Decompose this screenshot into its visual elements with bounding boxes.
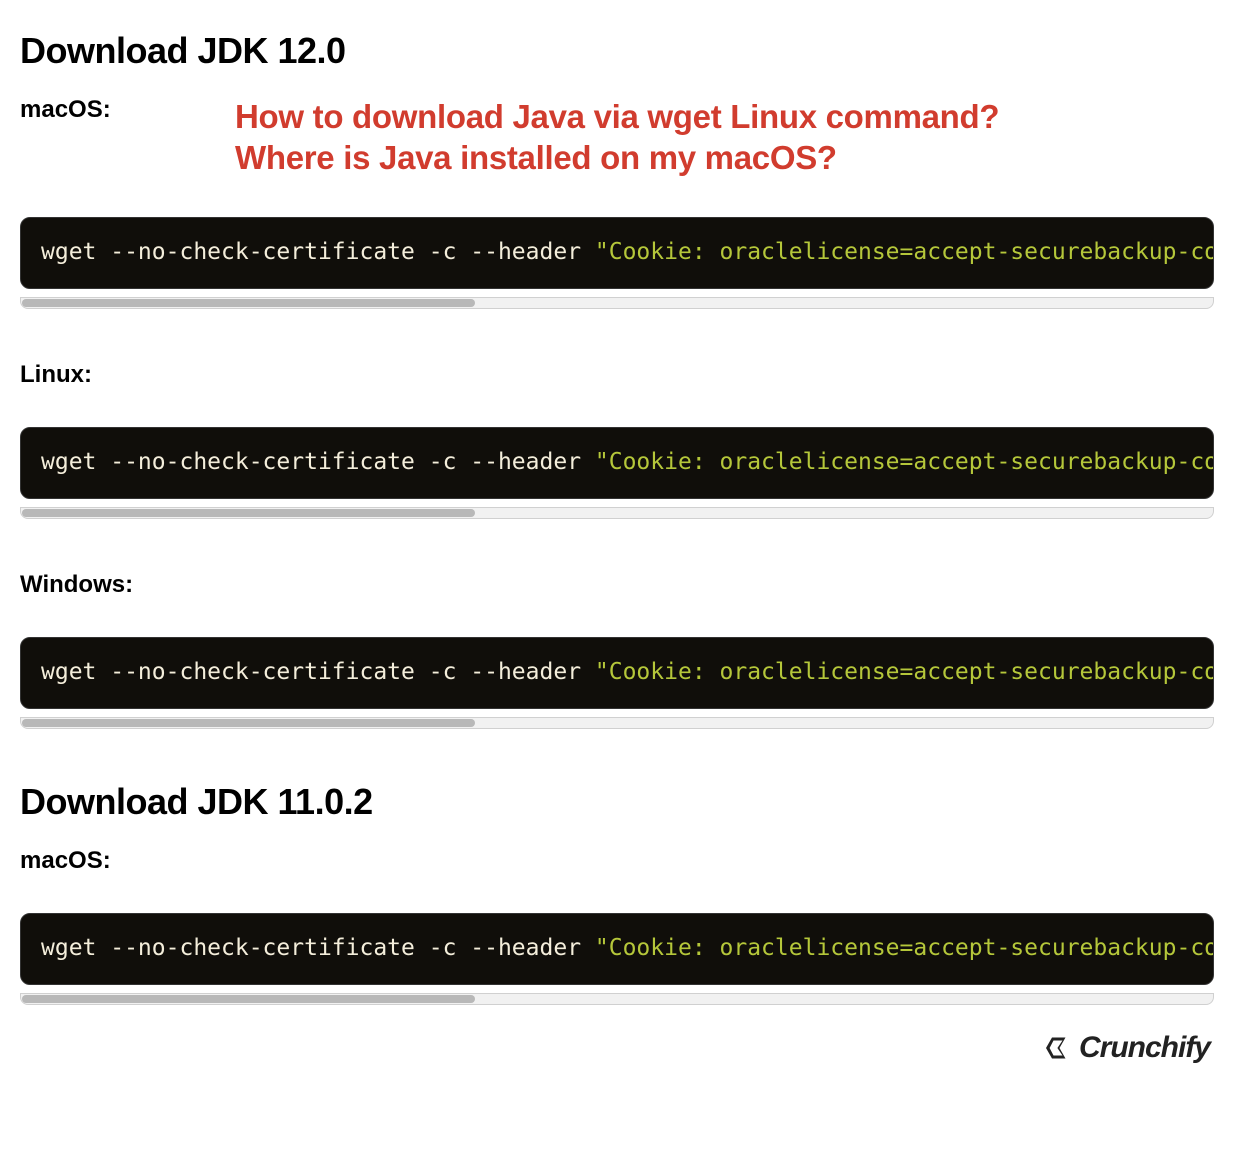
code-cmd: wget --no-check-certificate -c --header	[41, 935, 595, 961]
code-string: "Cookie: oraclelicense=accept-secureback…	[595, 449, 1214, 475]
section-heading-jdk11: Download JDK 11.0.2	[20, 781, 1214, 823]
os-row-linux-12: Linux:	[20, 361, 1214, 389]
code-cmd: wget --no-check-certificate -c --header	[41, 659, 595, 685]
os-label: macOS:	[20, 96, 175, 124]
scrollbar[interactable]	[20, 993, 1214, 1005]
code-block[interactable]: wget --no-check-certificate -c --header …	[20, 913, 1214, 985]
os-label: Windows:	[20, 571, 175, 599]
code-string: "Cookie: oraclelicense=accept-secureback…	[595, 239, 1214, 265]
scrollbar-thumb[interactable]	[22, 509, 475, 517]
os-row-windows-12: Windows:	[20, 571, 1214, 599]
code-string: "Cookie: oraclelicense=accept-secureback…	[595, 659, 1214, 685]
code-block[interactable]: wget --no-check-certificate -c --header …	[20, 637, 1214, 709]
section-heading-jdk12: Download JDK 12.0	[20, 30, 1214, 72]
scrollbar[interactable]	[20, 507, 1214, 519]
code-cmd: wget --no-check-certificate -c --header	[41, 239, 595, 265]
scrollbar-thumb[interactable]	[22, 719, 475, 727]
code-block[interactable]: wget --no-check-certificate -c --header …	[20, 427, 1214, 499]
scrollbar[interactable]	[20, 297, 1214, 309]
os-row-macos-12: macOS: How to download Java via wget Lin…	[20, 96, 1214, 179]
code-cmd: wget --no-check-certificate -c --header	[41, 449, 595, 475]
scrollbar-thumb[interactable]	[22, 995, 475, 1003]
scrollbar[interactable]	[20, 717, 1214, 729]
scrollbar-thumb[interactable]	[22, 299, 475, 307]
highlight-question: How to download Java via wget Linux comm…	[235, 96, 999, 179]
os-row-macos-11: macOS:	[20, 847, 1214, 875]
os-label: Linux:	[20, 361, 175, 389]
code-block[interactable]: wget --no-check-certificate -c --header …	[20, 217, 1214, 289]
crunchify-logo-icon	[1043, 1033, 1073, 1063]
footer-brand: Crunchify	[1043, 1031, 1210, 1065]
os-label: macOS:	[20, 847, 175, 875]
footer-brand-text: Crunchify	[1079, 1031, 1210, 1065]
code-string: "Cookie: oraclelicense=accept-secureback…	[595, 935, 1214, 961]
